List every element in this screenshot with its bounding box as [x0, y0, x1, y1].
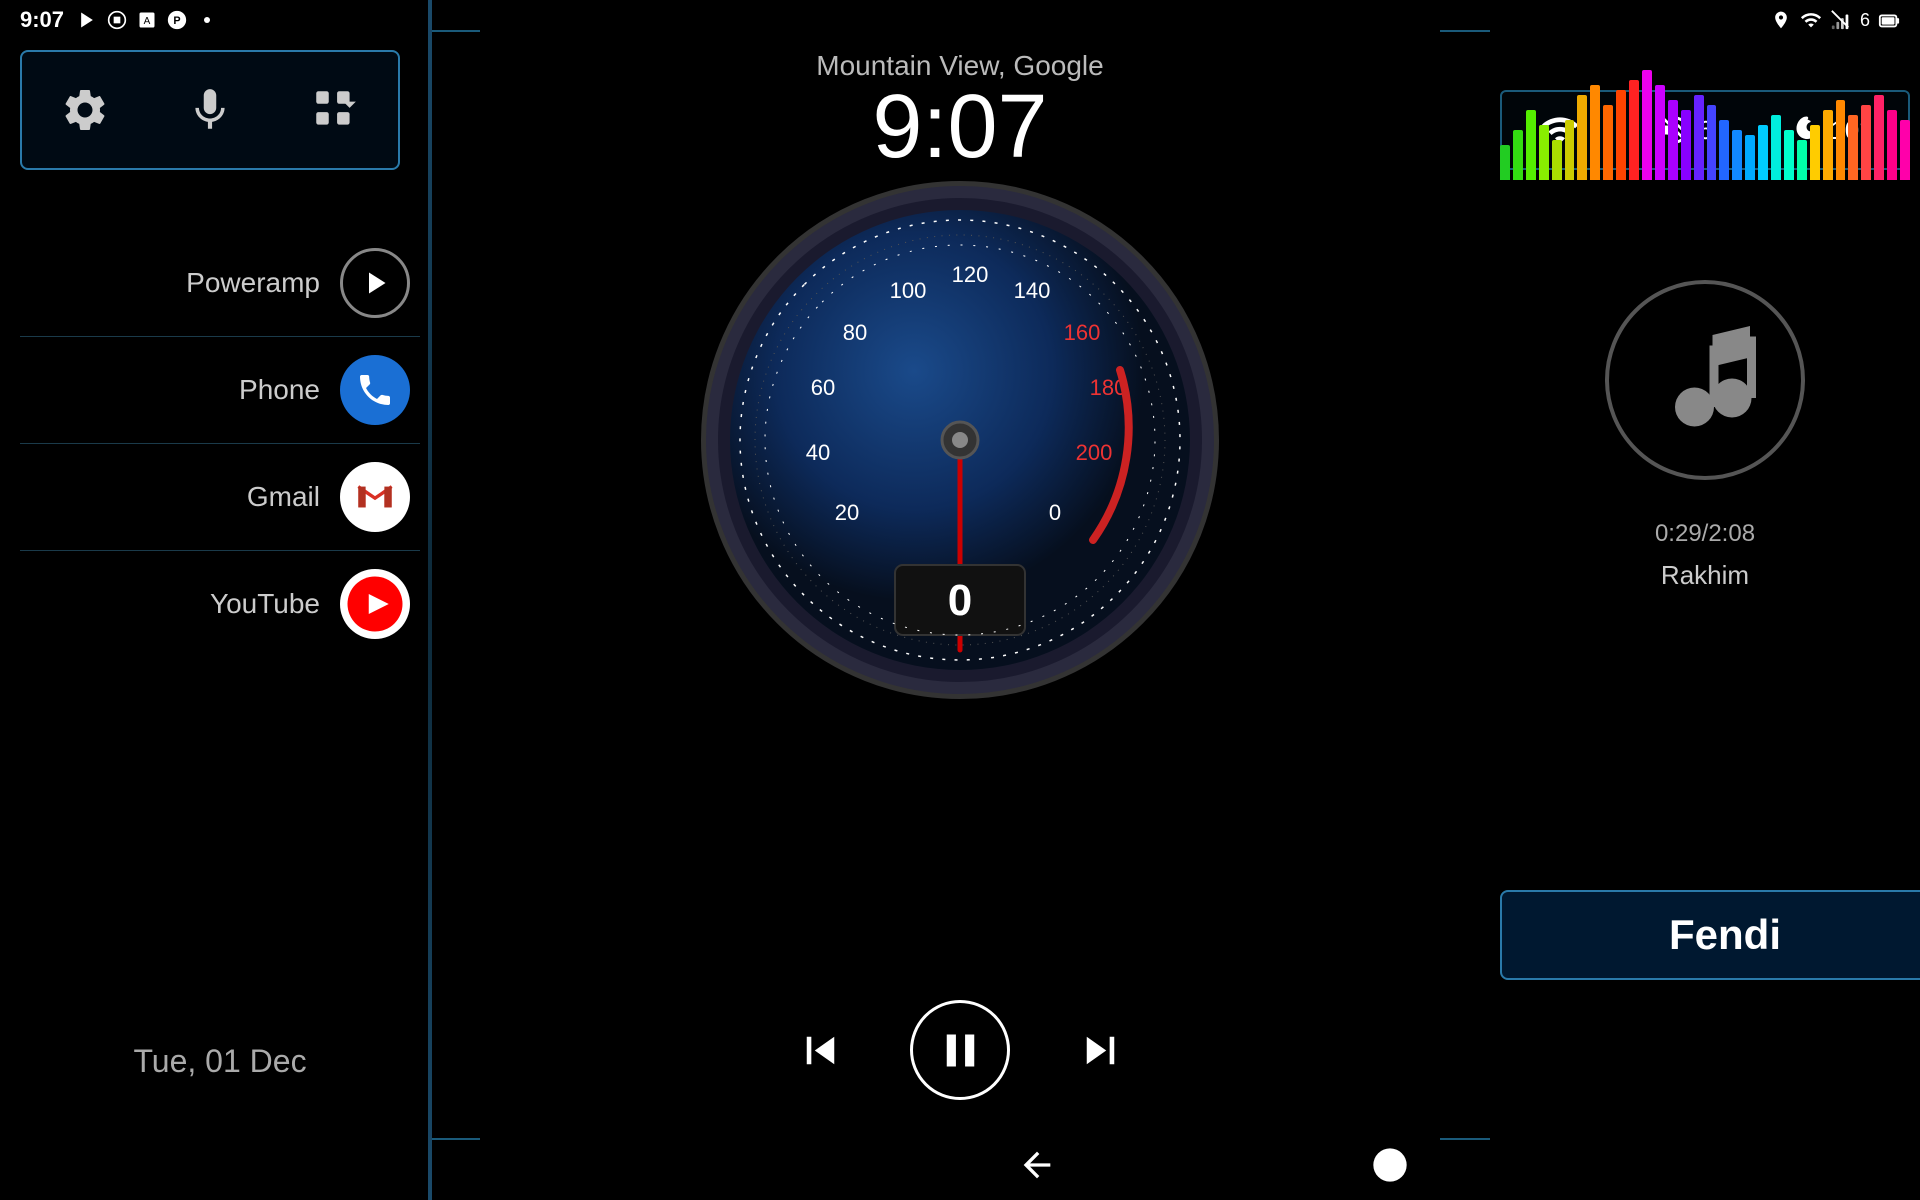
eq-bar-22: [1784, 130, 1794, 180]
eq-bar-4: [1552, 140, 1562, 180]
youtube-label: YouTube: [30, 588, 320, 620]
svg-text:P: P: [173, 15, 180, 27]
gmail-label: Gmail: [30, 481, 320, 513]
status-icons-right: 6: [1770, 9, 1900, 31]
date-display: Tue, 01 Dec: [20, 1043, 420, 1080]
main-time: 9:07: [430, 82, 1490, 172]
eq-bar-21: [1771, 115, 1781, 180]
eq-bar-5: [1565, 120, 1575, 180]
back-button[interactable]: [1012, 1140, 1062, 1190]
equalizer: [1500, 60, 1910, 180]
app-list: Poweramp Phone Gmail: [20, 230, 420, 657]
poweramp-item[interactable]: Poweramp: [20, 230, 420, 337]
svg-text:20: 20: [835, 500, 859, 525]
eq-bar-28: [1861, 105, 1871, 180]
prev-button[interactable]: [790, 1020, 850, 1080]
youtube-icon: [340, 569, 410, 639]
status-bar: 9:07 A P 6: [0, 0, 1920, 40]
p-status-icon: P: [166, 9, 188, 31]
eq-bar-30: [1887, 110, 1897, 180]
eq-bar-14: [1681, 110, 1691, 180]
battery-icon: [1878, 9, 1900, 31]
status-time: 9:07: [20, 7, 64, 33]
gmail-icon: [340, 462, 410, 532]
next-button[interactable]: [1070, 1020, 1130, 1080]
svg-text:60: 60: [811, 375, 835, 400]
speedometer-svg: 0 20 40 60 80 100 120 140 160 180 200 0: [700, 180, 1220, 700]
poweramp-label: Poweramp: [30, 267, 320, 299]
pause-button[interactable]: [910, 1000, 1010, 1100]
signal-count: 6: [1860, 10, 1870, 31]
eq-bar-31: [1900, 120, 1910, 180]
svg-text:0: 0: [1049, 500, 1061, 525]
eq-bar-24: [1810, 125, 1820, 180]
svg-text:40: 40: [806, 440, 830, 465]
track-name-box: Fendi: [1500, 890, 1920, 980]
home-button[interactable]: [1365, 1140, 1415, 1190]
right-panel: 6 10° 0:29/2:08 Rakhim Fendi: [1490, 0, 1920, 1200]
svg-text:80: 80: [843, 320, 867, 345]
eq-bar-10: [1629, 80, 1639, 180]
svg-text:200: 200: [1076, 440, 1113, 465]
eq-bar-23: [1797, 140, 1807, 180]
eq-bar-8: [1603, 105, 1613, 180]
eq-bar-17: [1719, 120, 1729, 180]
eq-bar-9: [1616, 90, 1626, 180]
toolbar: [20, 50, 400, 170]
eq-bar-27: [1848, 115, 1858, 180]
eq-bar-16: [1707, 105, 1717, 180]
stop-status-icon: [106, 9, 128, 31]
phone-item[interactable]: Phone: [20, 337, 420, 444]
eq-bar-6: [1577, 95, 1587, 180]
eq-bar-20: [1758, 125, 1768, 180]
eq-bar-26: [1836, 100, 1846, 180]
settings-button[interactable]: [50, 75, 120, 145]
eq-bar-18: [1732, 130, 1742, 180]
svg-text:160: 160: [1064, 320, 1101, 345]
location-time: Mountain View, Google 9:07: [430, 50, 1490, 172]
eq-bar-13: [1668, 100, 1678, 180]
svg-text:100: 100: [890, 278, 927, 303]
track-time: 0:29/2:08: [1490, 520, 1920, 548]
track-artist: Rakhim: [1490, 560, 1920, 591]
music-controls: [790, 1000, 1130, 1100]
track-name: Fendi: [1669, 911, 1781, 959]
wifi-status-icon: [1800, 9, 1822, 31]
music-note-icon: [1630, 305, 1780, 455]
poweramp-icon: [340, 248, 410, 318]
music-icon-circle: [1605, 280, 1805, 480]
svg-text:120: 120: [952, 262, 989, 287]
eq-bar-25: [1823, 110, 1833, 180]
eq-bar-1: [1513, 130, 1523, 180]
apps-button[interactable]: [300, 75, 370, 145]
a-status-icon: A: [136, 9, 158, 31]
eq-bar-19: [1745, 135, 1755, 180]
dot-status-icon: [196, 9, 218, 31]
svg-text:A: A: [144, 16, 151, 27]
speedometer-container: 0 20 40 60 80 100 120 140 160 180 200 0: [700, 180, 1220, 700]
center-panel: Mountain View, Google 9:07: [430, 0, 1490, 1200]
play-status-icon: [76, 9, 98, 31]
youtube-item[interactable]: YouTube: [20, 551, 420, 657]
eq-bar-12: [1655, 85, 1665, 180]
eq-bar-3: [1539, 125, 1549, 180]
left-panel: Poweramp Phone Gmail: [0, 0, 430, 1200]
microphone-button[interactable]: [175, 75, 245, 145]
eq-bar-2: [1526, 110, 1536, 180]
status-icons-left: A P: [76, 9, 218, 31]
phone-label: Phone: [30, 374, 320, 406]
eq-bar-7: [1590, 85, 1600, 180]
eq-bar-15: [1694, 95, 1704, 180]
svg-text:0: 0: [948, 576, 972, 625]
gmail-item[interactable]: Gmail: [20, 444, 420, 551]
svg-text:140: 140: [1014, 278, 1051, 303]
phone-icon: [340, 355, 410, 425]
eq-bar-29: [1874, 95, 1884, 180]
location-icon: [1770, 9, 1792, 31]
signal-icon: [1830, 9, 1852, 31]
eq-bar-11: [1642, 70, 1652, 180]
eq-bar-0: [1500, 145, 1510, 180]
